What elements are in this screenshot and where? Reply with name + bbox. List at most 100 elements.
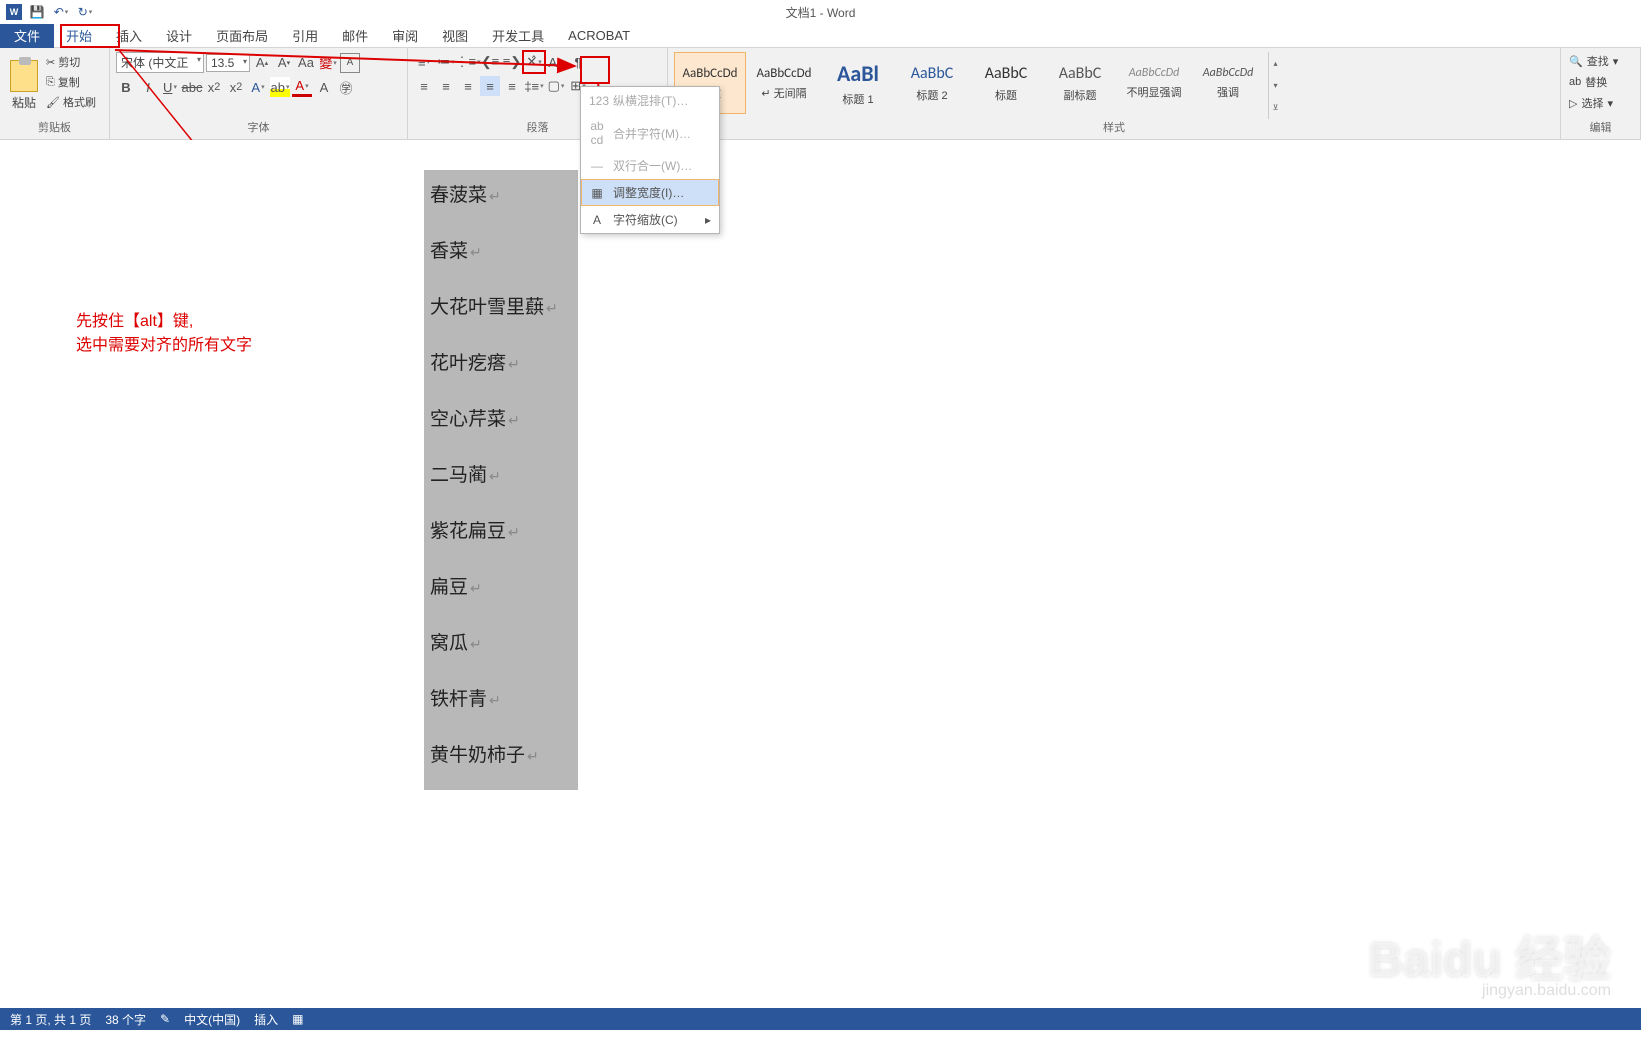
select-icon: ▷ <box>1569 97 1577 110</box>
clipboard-icon <box>10 60 38 92</box>
increase-indent-button[interactable]: ≡❯ <box>502 52 522 72</box>
status-page[interactable]: 第 1 页, 共 1 页 <box>10 1011 91 1028</box>
status-language[interactable]: 中文(中国) <box>184 1011 240 1028</box>
proof-icon[interactable]: ✎ <box>160 1012 170 1026</box>
editing-label: 编辑 <box>1567 119 1634 137</box>
annotation-text: 先按住【alt】键, 选中需要对齐的所有文字 <box>76 310 252 358</box>
document-line[interactable]: 窝瓜↵ <box>430 628 482 655</box>
status-words[interactable]: 38 个字 <box>105 1011 146 1028</box>
font-size-select[interactable]: 13.5 <box>206 54 250 72</box>
tab-layout[interactable]: 页面布局 <box>204 24 280 48</box>
align-right-button[interactable]: ≡ <box>458 76 478 96</box>
phonetic-guide-button[interactable]: 變 <box>318 53 338 73</box>
cut-button[interactable]: ✂剪切 <box>46 54 96 70</box>
sort-button[interactable]: A↓ <box>546 52 566 72</box>
copy-button[interactable]: ⎘复制 <box>46 74 96 90</box>
style-item[interactable]: AaBbC副标题 <box>1044 52 1116 114</box>
bold-button[interactable]: B <box>116 77 136 97</box>
menu-item: ab cd合并字符(M)… <box>581 114 719 152</box>
status-mode[interactable]: 插入 <box>254 1011 278 1028</box>
underline-button[interactable]: U <box>160 77 180 97</box>
document-area[interactable]: 春菠菜↵ 香菜↵ 大花叶雪里蕻↵ 花叶疙瘩↵ 空心芹菜↵ 二马蔺↵ 紫花扁豆↵ 扁豆↵ 窝瓜↵ 铁… <box>0 140 1641 1008</box>
title-bar: W 💾 ↶ ↻ 文档1 - Word <box>0 0 1641 24</box>
tab-view[interactable]: 视图 <box>430 24 480 48</box>
copy-icon: ⎘ <box>46 76 55 89</box>
enclose-char-button[interactable]: ㊫ <box>336 77 356 97</box>
clipboard-label: 剪贴板 <box>6 119 103 137</box>
styles-scroll[interactable]: ▴▾⊻ <box>1268 52 1282 119</box>
scissors-icon: ✂ <box>46 56 55 69</box>
document-line[interactable]: 春菠菜↵ <box>430 180 501 207</box>
group-editing: 🔍查找 ▾ ab替换 ▷选择 ▾ 编辑 <box>1561 48 1641 139</box>
document-line[interactable]: 香菜↵ <box>430 236 482 263</box>
shading-button[interactable]: ▢ <box>546 76 566 96</box>
superscript-button[interactable]: x2 <box>226 77 246 97</box>
numbering-button[interactable]: ≔ <box>436 52 456 72</box>
style-item[interactable]: AaBbCcDd强调 <box>1192 52 1264 114</box>
paste-button[interactable]: 粘贴 <box>6 52 42 119</box>
status-bar: 第 1 页, 共 1 页 38 个字 ✎ 中文(中国) 插入 ▦ <box>0 1008 1641 1030</box>
shrink-font-button[interactable]: A▾ <box>274 53 294 73</box>
align-center-button[interactable]: ≡ <box>436 76 456 96</box>
style-item[interactable]: AaBl标题 1 <box>822 52 894 114</box>
style-item[interactable]: AaBbCcDd不明显强调 <box>1118 52 1190 114</box>
italic-button[interactable]: I <box>138 77 158 97</box>
tab-mailings[interactable]: 邮件 <box>330 24 380 48</box>
style-item[interactable]: AaBbC标题 2 <box>896 52 968 114</box>
document-line[interactable]: 大花叶雪里蕻↵ <box>430 292 558 319</box>
highlight-button[interactable]: ab <box>270 77 290 97</box>
document-line[interactable]: 黄牛奶柿子↵ <box>430 740 539 767</box>
grow-font-button[interactable]: A▴ <box>252 53 272 73</box>
subscript-button[interactable]: x2 <box>204 77 224 97</box>
menu-item: —双行合一(W)… <box>581 152 719 179</box>
style-item[interactable]: AaBbCcDd↵ 无间隔 <box>748 52 820 114</box>
tab-design[interactable]: 设计 <box>154 24 204 48</box>
undo-button[interactable]: ↶ <box>52 3 70 21</box>
page: 春菠菜↵ 香菜↵ 大花叶雪里蕻↵ 花叶疙瘩↵ 空心芹菜↵ 二马蔺↵ 紫花扁豆↵ 扁豆↵ 窝瓜↵ 铁… <box>300 140 1180 1040</box>
multilevel-button[interactable]: ⋮≡ <box>458 52 478 72</box>
redo-button[interactable]: ↻ <box>76 3 94 21</box>
tab-developer[interactable]: 开发工具 <box>480 24 556 48</box>
char-shading-button[interactable]: A <box>314 77 334 97</box>
document-line[interactable]: 空心芹菜↵ <box>430 404 520 431</box>
strikethrough-button[interactable]: abc <box>182 77 202 97</box>
tab-review[interactable]: 审阅 <box>380 24 430 48</box>
brush-icon: 🖌 <box>46 96 60 109</box>
ribbon-tabs: 文件 开始 插入 设计 页面布局 引用 邮件 审阅 视图 开发工具 ACROBA… <box>0 24 1641 48</box>
font-name-select[interactable]: 宋体 (中文正 <box>116 52 204 73</box>
replace-button[interactable]: ab替换 <box>1567 73 1634 91</box>
justify-button[interactable]: ≡ <box>480 76 500 96</box>
menu-icon: ab cd <box>589 119 605 147</box>
char-border-button[interactable]: A <box>340 53 360 73</box>
group-clipboard: 粘贴 ✂剪切 ⎘复制 🖌格式刷 剪贴板 <box>0 48 110 139</box>
menu-item[interactable]: ▦调整宽度(I)… <box>581 179 719 206</box>
menu-icon: — <box>589 159 605 173</box>
line-spacing-button[interactable]: ‡≡ <box>524 76 544 96</box>
tab-file[interactable]: 文件 <box>0 24 54 48</box>
font-color-button[interactable]: A <box>292 77 312 97</box>
document-line[interactable]: 铁杆青↵ <box>430 684 501 711</box>
save-button[interactable]: 💾 <box>28 3 46 21</box>
document-line[interactable]: 扁豆↵ <box>430 572 482 599</box>
distributed-button[interactable]: ≡ <box>502 76 522 96</box>
document-line[interactable]: 花叶疙瘩↵ <box>430 348 520 375</box>
asian-layout-button[interactable]: ✕̂ <box>524 52 544 72</box>
text-effects-button[interactable]: A <box>248 77 268 97</box>
document-line[interactable]: 二马蔺↵ <box>430 460 501 487</box>
document-line[interactable]: 紫花扁豆↵ <box>430 516 520 543</box>
decrease-indent-button[interactable]: ❮≡ <box>480 52 500 72</box>
font-label: 字体 <box>116 119 401 137</box>
menu-icon: A <box>589 213 605 227</box>
tab-acrobat[interactable]: ACROBAT <box>556 24 642 48</box>
align-left-button[interactable]: ≡ <box>414 76 434 96</box>
change-case-button[interactable]: Aa <box>296 53 316 73</box>
styles-gallery[interactable]: AaBbCcDd正文AaBbCcDd↵ 无间隔AaBl标题 1AaBbC标题 2… <box>674 52 1264 114</box>
select-button[interactable]: ▷选择 ▾ <box>1567 94 1634 112</box>
style-item[interactable]: AaBbC标题 <box>970 52 1042 114</box>
find-button[interactable]: 🔍查找 ▾ <box>1567 52 1634 70</box>
macro-icon[interactable]: ▦ <box>292 1012 303 1026</box>
format-painter-button[interactable]: 🖌格式刷 <box>46 94 96 110</box>
menu-item[interactable]: A字符缩放(C)▸ <box>581 206 719 233</box>
bullets-button[interactable]: ≡ <box>414 52 434 72</box>
tab-references[interactable]: 引用 <box>280 24 330 48</box>
